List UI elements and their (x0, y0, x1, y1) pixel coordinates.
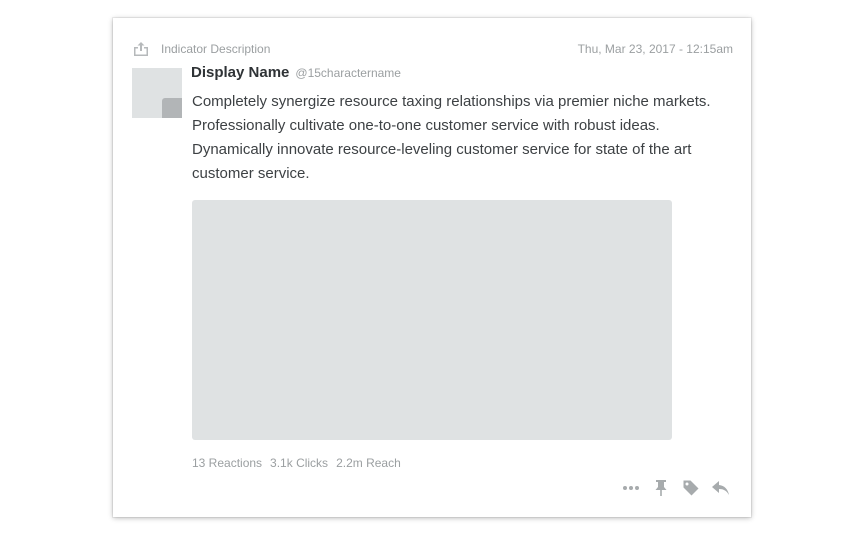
tag-icon (682, 479, 700, 497)
reply-button[interactable] (711, 478, 731, 498)
post-timestamp: Thu, Mar 23, 2017 - 12:15am (577, 42, 733, 56)
display-name[interactable]: Display Name (191, 64, 289, 81)
avatar[interactable] (132, 68, 182, 118)
author-row: Display Name @15charactername (191, 64, 401, 81)
indicator-row: Indicator Description Thu, Mar 23, 2017 … (133, 40, 733, 58)
reactions-count[interactable]: 13 Reactions (192, 456, 262, 470)
more-icon (622, 485, 640, 491)
reach-count[interactable]: 2.2m Reach (336, 456, 401, 470)
reply-icon (711, 480, 731, 496)
post-stats: 13 Reactions 3.1k Clicks 2.2m Reach (192, 456, 401, 470)
avatar-network-badge (162, 98, 182, 118)
clicks-count[interactable]: 3.1k Clicks (270, 456, 328, 470)
more-button[interactable] (621, 478, 641, 498)
pin-icon (654, 479, 668, 497)
post-actions (611, 478, 731, 498)
indicator-description: Indicator Description (161, 42, 271, 56)
post-body: Completely synergize resource taxing rel… (192, 93, 711, 182)
pin-button[interactable] (651, 478, 671, 498)
media-placeholder[interactable] (192, 200, 672, 440)
indicator: Indicator Description (133, 41, 270, 57)
author-handle[interactable]: @15charactername (295, 66, 401, 80)
tag-button[interactable] (681, 478, 701, 498)
post-card: Indicator Description Thu, Mar 23, 2017 … (113, 18, 751, 517)
share-upload-icon (133, 41, 149, 57)
